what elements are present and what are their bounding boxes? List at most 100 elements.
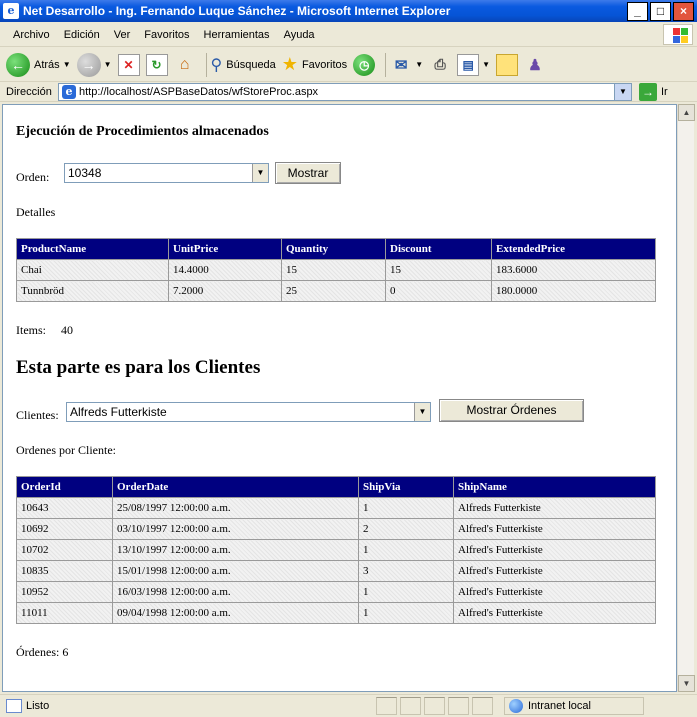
table-cell: 10835 — [16, 560, 113, 582]
ordenes-table: OrderId OrderDate ShipVia ShipName 10643… — [16, 476, 656, 624]
menu-ver[interactable]: Ver — [107, 29, 138, 41]
globe-icon — [509, 699, 523, 713]
items-count: Items: 40 — [16, 323, 73, 338]
table-cell: 10692 — [16, 518, 113, 540]
column-header: ExtendedPrice — [491, 238, 656, 260]
address-input[interactable]: e http://localhost/ASPBaseDatos/wfStoreP… — [58, 83, 632, 101]
chevron-down-icon[interactable]: ▼ — [252, 164, 268, 182]
table-cell: 11011 — [16, 602, 113, 624]
page-icon: e — [62, 85, 76, 99]
table-cell: Tunnbröd — [16, 280, 169, 302]
toolbar-separator — [205, 52, 207, 77]
scroll-down-icon[interactable]: ▼ — [678, 675, 695, 692]
table-row: 10952 16/03/1998 12:00:00 a.m. 1 Alfred'… — [16, 581, 656, 603]
table-cell: 1 — [358, 602, 454, 624]
windows-logo-icon — [663, 24, 693, 45]
menu-ayuda[interactable]: Ayuda — [277, 29, 322, 41]
menu-favoritos[interactable]: Favoritos — [137, 29, 196, 41]
heading-procedimientos: Ejecución de Procedimientos almacenados — [16, 124, 269, 139]
ordenes-count: Órdenes: 6 — [16, 645, 69, 659]
mostrar-button[interactable]: Mostrar — [275, 162, 341, 184]
mail-icon: ✉ — [394, 56, 408, 74]
chevron-down-icon[interactable]: ▼ — [414, 403, 430, 421]
table-cell: 3 — [358, 560, 454, 582]
vertical-scrollbar[interactable]: ▲ ▼ — [677, 104, 695, 692]
chevron-down-icon: ▼ — [415, 60, 424, 69]
table-cell: Alfred's Futterkiste — [453, 560, 656, 582]
close-button[interactable]: × — [673, 1, 694, 21]
table-cell: 03/10/1997 12:00:00 a.m. — [112, 518, 359, 540]
messenger-button[interactable]: ♟ — [524, 54, 546, 76]
go-arrow-icon: → — [639, 83, 657, 101]
column-header: OrderId — [16, 476, 113, 498]
table-cell: 13/10/1997 12:00:00 a.m. — [112, 539, 359, 561]
forward-arrow-icon: → — [76, 52, 101, 77]
table-row: 10702 13/10/1997 12:00:00 a.m. 1 Alfred'… — [16, 539, 656, 561]
address-url: http://localhost/ASPBaseDatos/wfStorePro… — [79, 86, 319, 98]
table-cell: 25/08/1997 12:00:00 a.m. — [112, 497, 359, 519]
table-header-row: OrderId OrderDate ShipVia ShipName — [16, 476, 656, 498]
table-cell: 25 — [281, 280, 386, 302]
table-cell: 2 — [358, 518, 454, 540]
history-icon: ◷ — [353, 53, 376, 76]
favorites-button[interactable]: ★ Favoritos — [282, 54, 347, 75]
discuss-button[interactable] — [496, 53, 519, 76]
home-button[interactable]: ⌂ — [174, 54, 196, 76]
go-button[interactable]: → Ir — [639, 83, 668, 101]
back-arrow-icon: ← — [6, 52, 30, 77]
chevron-down-icon: ▼ — [103, 60, 112, 69]
detalles-table: ProductName UnitPrice Quantity Discount … — [16, 238, 656, 302]
search-button[interactable]: ⚲ Búsqueda — [211, 55, 276, 75]
back-button[interactable]: ← Atrás ▼ — [6, 52, 71, 77]
column-header: Quantity — [281, 238, 386, 260]
table-cell: 09/04/1998 12:00:00 a.m. — [112, 602, 359, 624]
column-header: Discount — [385, 238, 492, 260]
toolbar-separator — [385, 52, 387, 77]
chevron-down-icon[interactable]: ▼ — [614, 84, 631, 100]
security-zone: Intranet local — [504, 697, 644, 715]
table-cell: 183.6000 — [491, 259, 656, 281]
orden-label: Orden: — [16, 170, 50, 184]
star-icon: ★ — [281, 54, 298, 74]
column-header: UnitPrice — [168, 238, 282, 260]
status-bar: Listo Intranet local — [0, 694, 697, 717]
ie-app-icon: e — [3, 3, 19, 19]
refresh-button[interactable]: ↻ — [145, 53, 168, 76]
table-cell: 10643 — [16, 497, 113, 519]
table-cell: 1 — [358, 539, 454, 561]
orden-select[interactable]: 10348 ▼ — [64, 163, 269, 183]
clientes-select[interactable]: Alfreds Futterkiste ▼ — [66, 402, 431, 422]
print-button[interactable]: ⎙ — [429, 54, 451, 76]
favorites-label: Favoritos — [301, 58, 348, 71]
table-row: 11011 09/04/1998 12:00:00 a.m. 1 Alfred'… — [16, 602, 656, 624]
mail-button[interactable]: ✉ ▼ — [390, 54, 423, 76]
table-cell: Alfred's Futterkiste — [453, 602, 656, 624]
forward-button[interactable]: → ▼ — [76, 52, 112, 77]
column-header: ProductName — [16, 238, 169, 260]
table-cell: 15 — [385, 259, 492, 281]
table-row: Tunnbröd 7.2000 25 0 180.0000 — [16, 280, 656, 302]
history-button[interactable]: ◷ — [353, 53, 376, 76]
menu-edicion[interactable]: Edición — [57, 29, 107, 41]
status-panel — [472, 697, 493, 715]
stop-icon: ✕ — [117, 53, 140, 76]
status-panel — [400, 697, 421, 715]
table-cell: Chai — [16, 259, 169, 281]
table-cell: Alfred's Futterkiste — [453, 581, 656, 603]
table-cell: 10952 — [16, 581, 113, 603]
minimize-button[interactable]: _ — [627, 1, 648, 21]
table-cell: Alfred's Futterkiste — [453, 518, 656, 540]
menu-archivo[interactable]: Archivo — [6, 29, 57, 41]
table-cell: 7.2000 — [168, 280, 282, 302]
zone-label: Intranet local — [528, 700, 591, 712]
chevron-down-icon: ▼ — [62, 60, 71, 69]
heading-clientes: Esta parte es para los Clientes — [16, 357, 261, 378]
edit-button[interactable]: ▤ ▼ — [457, 53, 490, 76]
mostrar-ordenes-button[interactable]: Mostrar Órdenes — [439, 399, 584, 422]
maximize-button[interactable]: □ — [650, 1, 671, 21]
status-panel — [376, 697, 397, 715]
stop-button[interactable]: ✕ — [117, 53, 140, 76]
menu-herramientas[interactable]: Herramientas — [197, 29, 277, 41]
scroll-up-icon[interactable]: ▲ — [678, 104, 695, 121]
column-header: ShipName — [453, 476, 656, 498]
